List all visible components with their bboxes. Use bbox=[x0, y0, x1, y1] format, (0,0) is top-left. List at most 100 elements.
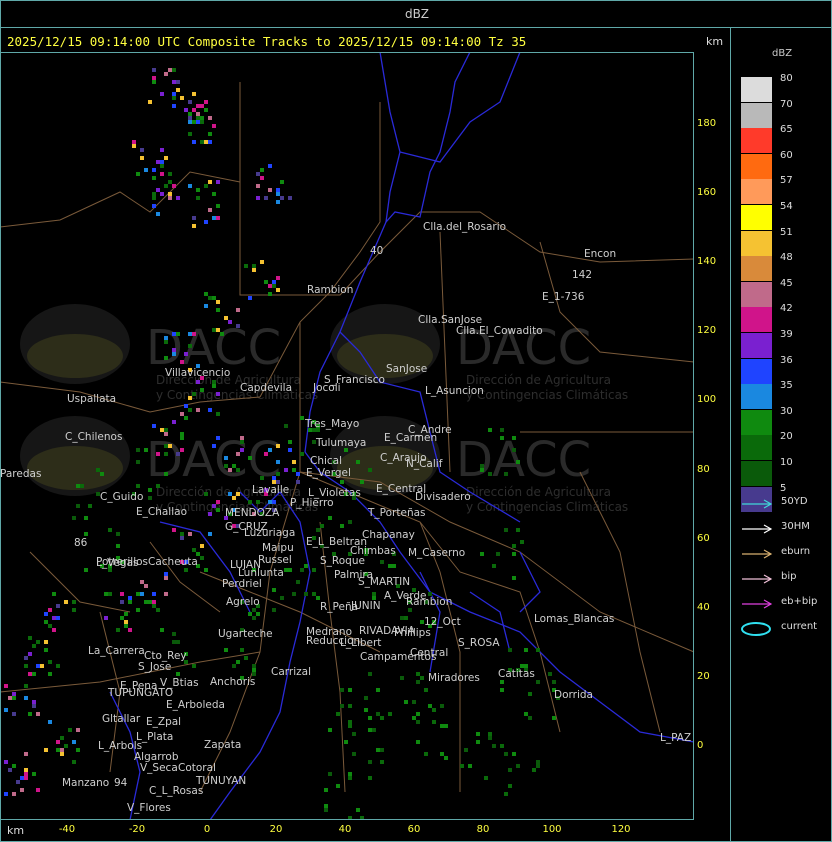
echo-cell bbox=[444, 756, 448, 760]
echo-cell bbox=[188, 132, 192, 136]
y-tick-label: 120 bbox=[697, 325, 717, 336]
echo-cell bbox=[32, 704, 36, 708]
echo-cell bbox=[204, 304, 208, 308]
echo-cell bbox=[504, 528, 508, 532]
echo-cell bbox=[464, 748, 468, 752]
echo-cell bbox=[172, 352, 176, 356]
echo-cell bbox=[356, 808, 360, 812]
echo-cell bbox=[272, 588, 276, 592]
echo-cell bbox=[276, 288, 280, 292]
echo-cell bbox=[120, 592, 124, 596]
track-label: 50YD bbox=[781, 496, 808, 507]
echo-cell bbox=[192, 92, 196, 96]
echo-cell bbox=[380, 716, 384, 720]
echo-cell bbox=[340, 688, 344, 692]
echo-cell bbox=[484, 776, 488, 780]
echo-cell bbox=[208, 116, 212, 120]
echo-cell bbox=[180, 432, 184, 436]
radar-map[interactable]: DACCDirección de Agriculturay Contingenc… bbox=[0, 52, 731, 820]
color-swatch bbox=[741, 256, 772, 282]
echo-cell bbox=[216, 500, 220, 504]
echo-cell bbox=[416, 712, 420, 716]
echo-cell bbox=[68, 728, 72, 732]
echo-cell bbox=[48, 672, 52, 676]
echo-cell bbox=[12, 696, 16, 700]
place-label: E_Zpal bbox=[146, 716, 181, 728]
place-label: Uspallata bbox=[67, 393, 116, 405]
echo-cell bbox=[272, 280, 276, 284]
echo-cell bbox=[428, 704, 432, 708]
place-label: E_Challao bbox=[136, 506, 187, 518]
echo-cell bbox=[196, 408, 200, 412]
echo-cell bbox=[220, 332, 224, 336]
echo-cell bbox=[16, 780, 20, 784]
echo-cell bbox=[164, 452, 168, 456]
echo-cell bbox=[208, 296, 212, 300]
echo-cell bbox=[172, 528, 176, 532]
echo-cell bbox=[180, 360, 184, 364]
echo-cell bbox=[192, 224, 196, 228]
echo-cell bbox=[416, 740, 420, 744]
place-label: 94 bbox=[114, 777, 128, 789]
echo-cell bbox=[204, 108, 208, 112]
echo-cell bbox=[316, 528, 320, 532]
echo-cell bbox=[36, 640, 40, 644]
echo-cell bbox=[208, 408, 212, 412]
echo-cell bbox=[440, 752, 444, 756]
echo-cell bbox=[116, 628, 120, 632]
echo-cell bbox=[24, 684, 28, 688]
y-tick-label: 0 bbox=[697, 740, 704, 751]
color-swatch bbox=[741, 435, 772, 461]
echo-cell bbox=[480, 552, 484, 556]
echo-cell bbox=[424, 688, 428, 692]
echo-cell bbox=[480, 464, 484, 468]
place-label: 40 bbox=[370, 245, 383, 257]
place-label: Clla.del_Rosario bbox=[423, 221, 506, 233]
echo-cell bbox=[356, 460, 360, 464]
echo-cell bbox=[348, 720, 352, 724]
place-label: Villavicencio bbox=[165, 367, 230, 379]
echo-cell bbox=[192, 392, 196, 396]
echo-cell bbox=[28, 672, 32, 676]
echo-cell bbox=[204, 492, 208, 496]
echo-cell bbox=[44, 640, 48, 644]
scale-label: 54 bbox=[780, 201, 793, 212]
echo-cell bbox=[372, 728, 376, 732]
echo-cell bbox=[36, 664, 40, 668]
place-label: SanJose bbox=[386, 363, 427, 375]
echo-cell bbox=[244, 656, 248, 660]
echo-cell bbox=[320, 524, 324, 528]
echo-cell bbox=[64, 600, 68, 604]
road-line bbox=[239, 82, 695, 296]
echo-cell bbox=[20, 776, 24, 780]
echo-cell bbox=[276, 444, 280, 448]
echo-cell bbox=[136, 608, 140, 612]
scale-label: 65 bbox=[780, 124, 793, 136]
echo-cell bbox=[288, 440, 292, 444]
echo-cell bbox=[284, 468, 288, 472]
echo-cell bbox=[388, 712, 392, 716]
echo-cell bbox=[380, 760, 384, 764]
arrow-icon bbox=[742, 599, 773, 609]
color-swatch bbox=[741, 358, 772, 384]
place-label: M_Caserno bbox=[408, 547, 465, 559]
echo-cell bbox=[188, 532, 192, 536]
echo-cell bbox=[252, 668, 256, 672]
y-tick-label: 180 bbox=[697, 118, 717, 129]
dacc-logo-watermark: DACCDirección de Agriculturay Contingenc… bbox=[330, 416, 628, 514]
echo-cell bbox=[380, 560, 384, 564]
echo-cell bbox=[252, 268, 256, 272]
echo-cell bbox=[296, 472, 300, 476]
echo-cell bbox=[524, 712, 528, 716]
echo-cell bbox=[512, 448, 516, 452]
echo-cell bbox=[208, 512, 212, 516]
place-label: L_Libert bbox=[340, 637, 381, 649]
place-label: JUNIN bbox=[350, 600, 381, 612]
echo-cell bbox=[548, 672, 552, 676]
echo-cell bbox=[144, 600, 148, 604]
echo-cell bbox=[172, 80, 176, 84]
scale-label: 35 bbox=[780, 380, 793, 392]
echo-cell bbox=[168, 444, 172, 448]
echo-cell bbox=[296, 580, 300, 584]
echo-cell bbox=[360, 816, 364, 820]
